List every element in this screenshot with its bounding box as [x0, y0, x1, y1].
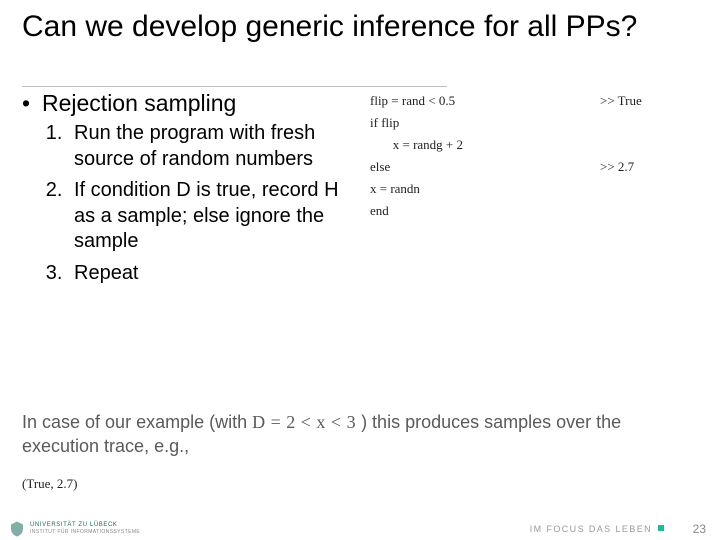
note-pre: In case of our example (with	[22, 412, 252, 432]
code-output: >> True >> 2.7	[600, 90, 700, 178]
step-3: Repeat	[68, 261, 352, 287]
step-1: Run the program with fresh source of ran…	[68, 121, 352, 172]
steps-list: Run the program with fresh source of ran…	[68, 121, 352, 287]
slide-title: Can we develop generic inference for all…	[22, 10, 682, 45]
note-box: In case of our example (with D = 2 < x <…	[22, 410, 698, 459]
step-2: If condition D is true, record H as a sa…	[68, 178, 352, 255]
trace-tuple: (True, 2.7)	[22, 476, 78, 492]
code-line-6: end	[370, 203, 389, 218]
bullet-text: Rejection sampling	[42, 90, 236, 117]
university-crest-icon	[8, 520, 26, 538]
footer: UNIVERSITÄT ZU LÜBECK INSTITUT FÜR INFOR…	[0, 514, 720, 540]
bullet-marker: •	[22, 90, 42, 117]
code-line-4: else	[370, 159, 390, 174]
output-2: >> 2.7	[600, 159, 634, 174]
motto-text: IM FOCUS DAS LEBEN	[530, 524, 652, 534]
title-underline	[22, 86, 447, 87]
code-line-5: x = randn	[370, 181, 420, 196]
footer-motto: IM FOCUS DAS LEBEN	[530, 524, 664, 534]
code-line-1: flip = rand < 0.5	[370, 93, 455, 108]
motto-dot-icon	[658, 525, 664, 531]
bullet-row: • Rejection sampling	[22, 90, 352, 117]
university-line1: UNIVERSITÄT ZU LÜBECK	[30, 522, 118, 528]
slide: Can we develop generic inference for all…	[0, 0, 720, 540]
page-number: 23	[693, 522, 706, 536]
code-line-3: x = randg + 2	[370, 137, 463, 152]
code-line-2: if flip	[370, 115, 399, 130]
university-line2: INSTITUT FÜR INFORMATIONSSYSTEME	[30, 529, 140, 535]
code-block: flip = rand < 0.5 if flip x = randg + 2 …	[370, 90, 570, 223]
body-left: • Rejection sampling Run the program wit…	[22, 90, 352, 293]
output-1: >> True	[600, 93, 642, 108]
note-math: D = 2 < x < 3	[252, 412, 356, 432]
university-name: UNIVERSITÄT ZU LÜBECK INSTITUT FÜR INFOR…	[30, 522, 140, 536]
